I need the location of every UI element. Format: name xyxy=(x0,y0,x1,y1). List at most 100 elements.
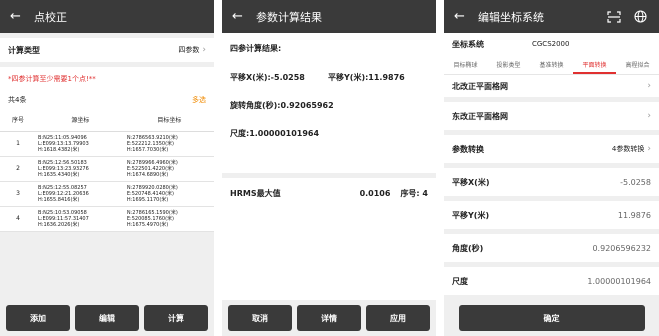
row-number: 4 xyxy=(0,206,36,232)
target-h: H:1657.7030(米) xyxy=(126,146,169,153)
globe-icon[interactable] xyxy=(631,10,649,24)
top-bar: ← 编辑坐标系统 xyxy=(444,0,659,33)
hrms-label: HRMS最大值 xyxy=(230,188,281,198)
chevron-right-icon: › xyxy=(202,45,206,55)
chevron-right-icon: › xyxy=(647,144,651,154)
param-conversion-label: 参数转换 xyxy=(452,144,484,154)
page-title: 编辑坐标系统 xyxy=(478,10,544,24)
scale-text: 尺度:1.00000101964 xyxy=(230,129,320,138)
source-coord: B:N25:10:53.09058 L:E099:11:57.31407 H:163… xyxy=(36,206,125,232)
east-grid-row[interactable]: 东改正平面格网 › xyxy=(444,102,659,130)
target-h: H:1674.6890(米) xyxy=(126,171,169,178)
east-grid-label: 东改正平面格网 xyxy=(452,111,508,121)
table-row[interactable]: 2 B:N25:12:56.50183 L:E099:13:23.93276 H:16… xyxy=(0,156,214,182)
coord-system-label: 坐标系统 xyxy=(452,39,484,49)
col-header-num: 序号 xyxy=(0,109,36,132)
source-h: H:1635.4340(米) xyxy=(38,171,80,178)
hrms-value: 0.0106 xyxy=(359,188,391,198)
page-title: 参数计算结果 xyxy=(256,10,322,24)
source-h: H:1655.8416(米) xyxy=(38,196,80,203)
source-coord: B:N25:12:56.50183 L:E099:13:23.93276 H:163… xyxy=(36,156,125,182)
source-h: H:1618.4382(米) xyxy=(38,146,80,153)
top-bar: ← 点校正 xyxy=(0,0,214,33)
table-row[interactable]: 1 B:N25:11:05.94096 L:E099:13:13.79903 H:16… xyxy=(0,131,214,157)
scan-icon[interactable] xyxy=(605,10,623,24)
row-number: 2 xyxy=(0,156,36,182)
apply-button[interactable]: 应用 xyxy=(366,305,430,331)
coord-system-row: 坐标系统 CGCS2000 xyxy=(444,33,659,55)
target-coord: N:2789966.4960(米) E:522501.4220(米) H:1674.… xyxy=(124,156,214,182)
shift-y: 平移Y(米):11.9876 xyxy=(328,73,405,82)
tab-bar: 目标椭球 投影类型 基准转换 平面转换 高程拟合 xyxy=(444,55,659,75)
calc-type-row[interactable]: 计算类型 四参数 › xyxy=(0,38,214,62)
coord-system-value: CGCS2000 xyxy=(532,40,570,48)
source-coord: B:N25:12:55.08257 L:E099:12:21.20636 H:165… xyxy=(36,181,125,207)
translate-y-value: 11.9876 xyxy=(617,210,651,220)
bottom-bar: 添加 编辑 计算 xyxy=(0,300,214,336)
calculate-button[interactable]: 计算 xyxy=(144,305,208,331)
chevron-right-icon: › xyxy=(647,81,651,91)
angle-row[interactable]: 角度(秒) 0.9206596232 xyxy=(444,234,659,262)
record-count: 共4条 xyxy=(8,96,27,104)
edit-coord-system-screen: ← 编辑坐标系统 坐标系统 CGCS2000 目标椭球 投影类型 基准转换 平面… xyxy=(444,0,659,336)
rotation-text: 旋转角度(秒):0.92065962 xyxy=(230,101,334,110)
target-coord: N:2786563.9210(米) E:522212.1350(米) H:1657.… xyxy=(124,131,214,157)
calc-type-value: 四参数 xyxy=(178,46,200,54)
shift-row: 平移X(米):-5.0258 平移Y(米):11.9876 xyxy=(230,72,428,83)
point-calibration-screen: ← 点校正 计算类型 四参数 › *四参计算至少需要1个点!** 共4条 多选 … xyxy=(0,0,214,336)
result-heading: 四参计算结果: xyxy=(230,44,282,53)
hrms-index: 序号: 4 xyxy=(400,188,428,198)
scale-label: 尺度 xyxy=(452,276,468,286)
scale-value: 1.00000101964 xyxy=(587,276,651,286)
translate-x-value: -5.0258 xyxy=(620,177,651,187)
table-row[interactable]: 4 B:N25:10:53.09058 L:E099:11:57.31407 H:16… xyxy=(0,206,214,232)
back-arrow-icon[interactable]: ← xyxy=(10,9,34,24)
add-button[interactable]: 添加 xyxy=(6,305,70,331)
target-coord: N:2789920.0280(米) E:520748.4140(米) H:1695.… xyxy=(124,181,214,207)
translate-x-row[interactable]: 平移X(米) -5.0258 xyxy=(444,168,659,196)
edit-button[interactable]: 编辑 xyxy=(75,305,139,331)
target-coord: N:2786165.1590(米) E:520085.1760(米) H:1675.… xyxy=(124,206,214,232)
target-h: H:1675.4970(米) xyxy=(126,221,169,228)
translate-x-label: 平移X(米) xyxy=(452,177,490,187)
tab-elevation-fit[interactable]: 高程拟合 xyxy=(616,55,659,74)
back-arrow-icon[interactable]: ← xyxy=(454,9,478,24)
chevron-right-icon: › xyxy=(647,111,651,121)
north-grid-row[interactable]: 北改正平面格网 › xyxy=(444,75,659,97)
bottom-bar: 取消 详情 应用 xyxy=(222,300,436,336)
angle-label: 角度(秒) xyxy=(452,243,484,253)
col-header-target: 目标坐标 xyxy=(124,109,214,132)
list-header: 共4条 多选 xyxy=(0,91,214,109)
tab-projection-type[interactable]: 投影类型 xyxy=(487,55,530,74)
translate-y-row[interactable]: 平移Y(米) 11.9876 xyxy=(444,201,659,229)
shift-x: 平移X(米):-5.0258 xyxy=(230,73,305,82)
points-table: 序号 源坐标 目标坐标 1 B:N25:11:05.94096 L:E099:13:… xyxy=(0,109,214,232)
calc-result-screen: ← 参数计算结果 四参计算结果: 平移X(米):-5.0258 平移Y(米):1… xyxy=(222,0,436,336)
page-title: 点校正 xyxy=(34,10,67,24)
row-number: 3 xyxy=(0,181,36,207)
back-arrow-icon[interactable]: ← xyxy=(232,9,256,24)
angle-value: 0.9206596232 xyxy=(592,243,651,253)
tab-datum-transform[interactable]: 基准转换 xyxy=(530,55,573,74)
multiselect-button[interactable]: 多选 xyxy=(192,95,206,105)
details-button[interactable]: 详情 xyxy=(297,305,361,331)
tab-plane-transform[interactable]: 平面转换 xyxy=(573,55,616,74)
col-header-source: 源坐标 xyxy=(36,109,125,132)
scale-row[interactable]: 尺度 1.00000101964 xyxy=(444,267,659,295)
top-bar: ← 参数计算结果 xyxy=(222,0,436,33)
translate-y-label: 平移Y(米) xyxy=(452,210,490,220)
bottom-bar: 确定 xyxy=(444,300,659,336)
row-number: 1 xyxy=(0,131,36,157)
tab-target-ellipsoid[interactable]: 目标椭球 xyxy=(444,55,487,74)
result-section: 四参计算结果: 平移X(米):-5.0258 平移Y(米):11.9876 旋转… xyxy=(222,33,436,173)
north-grid-label: 北改正平面格网 xyxy=(452,81,508,91)
warning-text: *四参计算至少需要1个点!** xyxy=(0,67,214,91)
source-h: H:1636.2026(米) xyxy=(38,221,80,228)
cancel-button[interactable]: 取消 xyxy=(228,305,292,331)
hrms-row: HRMS最大值 0.0106 序号: 4 xyxy=(222,178,436,208)
param-conversion-row[interactable]: 参数转换 4参数转换 › xyxy=(444,135,659,163)
confirm-button[interactable]: 确定 xyxy=(458,305,645,331)
target-h: H:1695.1170(米) xyxy=(126,196,169,203)
param-conversion-value: 4参数转换 xyxy=(611,145,645,153)
table-row[interactable]: 3 B:N25:12:55.08257 L:E099:12:21.20636 H:16… xyxy=(0,181,214,207)
